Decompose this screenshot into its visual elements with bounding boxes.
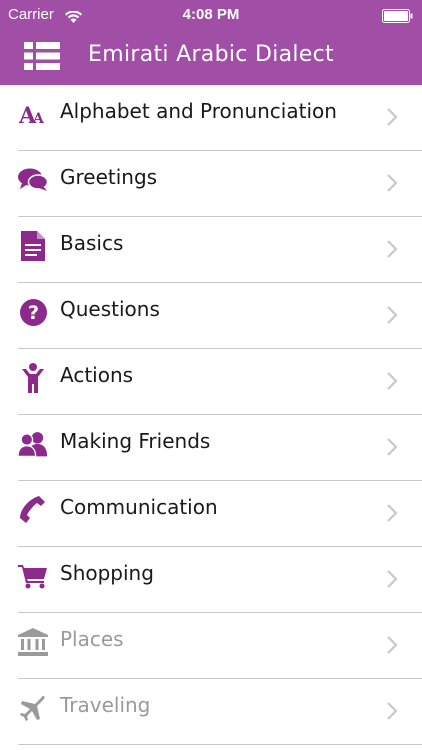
battery-icon — [382, 8, 414, 23]
bank-icon — [18, 627, 48, 657]
question-circle-icon: ? — [18, 297, 48, 327]
chevron-right-icon — [386, 173, 398, 193]
list-item-label: Making Friends — [60, 429, 211, 453]
list-item-label: Greetings — [60, 165, 158, 189]
chevron-right-icon — [386, 239, 398, 259]
list-item-label: Alphabet and Pronunciation — [60, 99, 337, 123]
font-size-icon: AA — [18, 99, 48, 129]
list-item-traveling[interactable]: Traveling — [18, 679, 422, 745]
airplane-icon — [18, 693, 48, 723]
chevron-right-icon — [386, 503, 398, 523]
person-icon — [18, 363, 48, 393]
chevron-right-icon — [386, 107, 398, 127]
chevron-right-icon — [386, 371, 398, 391]
document-icon — [18, 231, 48, 261]
users-icon — [18, 429, 48, 459]
list-item-making-friends[interactable]: Making Friends — [18, 415, 422, 481]
list-item-actions[interactable]: Actions — [18, 349, 422, 415]
clock: 4:08 PM — [182, 6, 240, 23]
list-item-questions[interactable]: ? Questions — [18, 283, 422, 349]
list-item-communication[interactable]: Communication — [18, 481, 422, 547]
page-title: Emirati Arabic Dialect — [88, 42, 334, 67]
list-item-places[interactable]: Places — [18, 613, 422, 679]
status-bar: Carrier 4:08 PM — [0, 0, 422, 30]
category-list: AA Alphabet and Pronunciation Greetings … — [0, 85, 422, 745]
cart-icon — [18, 561, 48, 591]
chevron-right-icon — [386, 701, 398, 721]
list-item-alphabet[interactable]: AA Alphabet and Pronunciation — [18, 85, 422, 151]
list-item-label: Basics — [60, 231, 124, 255]
chevron-right-icon — [386, 437, 398, 457]
list-item-label: Actions — [60, 363, 134, 387]
chat-bubbles-icon — [18, 165, 48, 195]
chevron-right-icon — [386, 569, 398, 589]
chevron-right-icon — [386, 635, 398, 655]
list-item-label: Traveling — [60, 693, 151, 717]
list-item-label: Shopping — [60, 561, 154, 585]
list-item-label: Places — [60, 627, 124, 651]
chevron-right-icon — [386, 305, 398, 325]
svg-text:A: A — [32, 111, 45, 125]
svg-text:?: ? — [27, 302, 38, 324]
nav-header: Carrier 4:08 PM Emirati Arabic Dialect — [0, 0, 422, 85]
list-item-basics[interactable]: Basics — [18, 217, 422, 283]
list-item-label: Communication — [60, 495, 218, 519]
phone-icon — [18, 495, 48, 525]
list-item-shopping[interactable]: Shopping — [18, 547, 422, 613]
list-item-label: Questions — [60, 297, 160, 321]
list-item-greetings[interactable]: Greetings — [18, 151, 422, 217]
